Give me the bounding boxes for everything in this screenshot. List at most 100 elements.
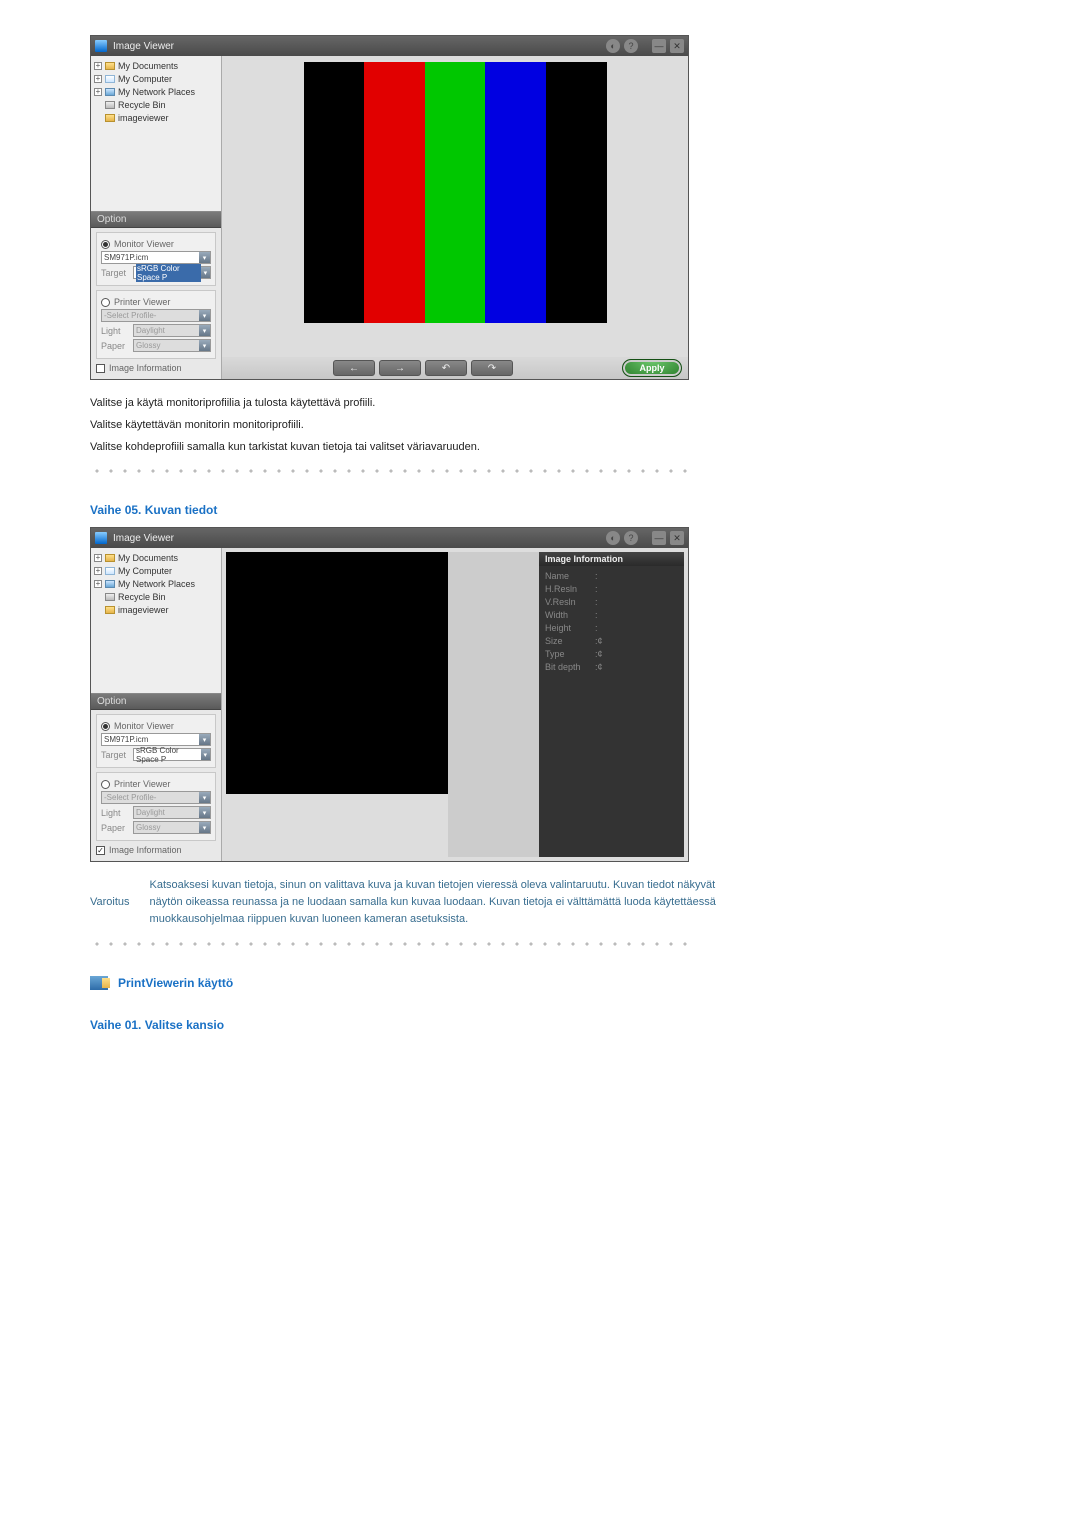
image-info-label: Image Information	[109, 363, 182, 373]
printer-profile-dropdown[interactable]: -Select Profile-▾	[101, 791, 211, 804]
tree-label: imageviewer	[118, 604, 169, 616]
window-title: Image Viewer	[113, 533, 602, 544]
help-glow-icon[interactable]: ◐	[606, 39, 620, 53]
info-key: Type	[545, 648, 595, 661]
light-dropdown[interactable]: Daylight▾	[133, 806, 211, 819]
rotate-right-button[interactable]: ↷	[471, 360, 513, 376]
minimize-button[interactable]: —	[652, 39, 666, 53]
option-header: Option	[91, 211, 221, 228]
info-key: V.Resln	[545, 596, 595, 609]
chevron-down-icon: ▾	[201, 267, 210, 278]
window-titlebar: Image Viewer ◐ ? — ✕	[91, 36, 688, 56]
printer-viewer-label: Printer Viewer	[114, 297, 170, 307]
info-value: ¢	[598, 648, 603, 661]
prev-button[interactable]: ←	[333, 360, 375, 376]
paper-dropdown[interactable]: Glossy▾	[133, 821, 211, 834]
printer-viewer-radio[interactable]	[101, 780, 110, 789]
tree-label: Recycle Bin	[118, 591, 166, 603]
info-key: Height	[545, 622, 595, 635]
tree-label: imageviewer	[118, 112, 169, 124]
divider-dots	[90, 942, 690, 946]
next-button[interactable]: →	[379, 360, 421, 376]
chevron-down-icon: ▾	[201, 749, 210, 760]
info-panel-header: Image Information	[539, 552, 684, 566]
monitor-profile-dropdown[interactable]: SM971P.icm▾	[101, 733, 211, 746]
light-dropdown[interactable]: Daylight▾	[133, 324, 211, 337]
monitor-viewer-label: Monitor Viewer	[114, 239, 174, 249]
tree-item[interactable]: +My Network Places	[94, 578, 218, 590]
monitor-viewer-radio[interactable]	[101, 240, 110, 249]
folder-tree[interactable]: +My Documents +My Computer +My Network P…	[91, 548, 221, 693]
target-label: Target	[101, 268, 129, 278]
chevron-down-icon: ▾	[199, 822, 210, 833]
folder-icon	[105, 554, 115, 562]
target-profile-dropdown[interactable]: sRGB Color Space P▾	[133, 748, 211, 761]
recycle-bin-icon	[105, 593, 115, 601]
preview-area: ← → ↶ ↷ Apply	[222, 56, 688, 379]
note-label: Varoitus	[90, 894, 130, 911]
tree-item[interactable]: Recycle Bin	[94, 99, 218, 111]
tree-label: My Network Places	[118, 578, 195, 590]
rotate-left-button[interactable]: ↶	[425, 360, 467, 376]
close-button[interactable]: ✕	[670, 39, 684, 53]
body-paragraph: Valitse kohdeprofiili samalla kun tarkis…	[90, 439, 690, 455]
tree-item[interactable]: +My Computer	[94, 565, 218, 577]
folder-icon	[105, 62, 115, 70]
help-glow-icon[interactable]: ◐	[606, 531, 620, 545]
option-panel: Monitor Viewer SM971P.icm▾ Target sRGB Co…	[91, 228, 221, 379]
info-key: Bit depth	[545, 661, 595, 674]
image-viewer-window-1: Image Viewer ◐ ? — ✕ +My Documents +My C…	[90, 35, 689, 380]
printer-profile-dropdown[interactable]: -Select Profile-▾	[101, 309, 211, 322]
info-key: H.Resln	[545, 583, 595, 596]
tree-label: My Documents	[118, 552, 178, 564]
body-paragraph: Valitse ja käytä monitoriprofiilia ja tu…	[90, 395, 690, 411]
paper-label: Paper	[101, 341, 129, 351]
light-label: Light	[101, 808, 129, 818]
light-label: Light	[101, 326, 129, 336]
info-key: Width	[545, 609, 595, 622]
window-title: Image Viewer	[113, 41, 602, 52]
image-info-checkbox[interactable]: ✓	[96, 846, 105, 855]
paper-label: Paper	[101, 823, 129, 833]
tree-item[interactable]: +My Computer	[94, 73, 218, 85]
step-heading: Vaihe 01. Valitse kansio	[90, 1018, 990, 1032]
divider-dots	[90, 469, 690, 473]
warning-note: Varoitus Katsoaksesi kuvan tietoja, sinu…	[90, 877, 730, 928]
chevron-down-icon: ▾	[199, 734, 210, 745]
chevron-down-icon: ▾	[199, 340, 210, 351]
help-icon[interactable]: ?	[624, 39, 638, 53]
tree-item[interactable]: +My Documents	[94, 60, 218, 72]
printviewer-icon	[90, 976, 108, 990]
image-information-panel: Image Information Name: H.Resln: V.Resln…	[539, 552, 684, 857]
chevron-down-icon: ▾	[199, 325, 210, 336]
tree-label: My Computer	[118, 565, 172, 577]
image-info-checkbox[interactable]	[96, 364, 105, 373]
tree-item[interactable]: imageviewer	[94, 604, 218, 616]
printer-viewer-radio[interactable]	[101, 298, 110, 307]
apply-button[interactable]: Apply	[622, 359, 682, 377]
monitor-profile-dropdown[interactable]: SM971P.icm▾	[101, 251, 211, 264]
tree-item[interactable]: imageviewer	[94, 112, 218, 124]
tree-item[interactable]: +My Network Places	[94, 86, 218, 98]
network-icon	[105, 580, 115, 588]
color-bars-preview	[226, 552, 448, 794]
sidebar: +My Documents +My Computer +My Network P…	[91, 548, 222, 861]
help-icon[interactable]: ?	[624, 531, 638, 545]
preview-toolbar: ← → ↶ ↷ Apply	[222, 357, 688, 379]
recycle-bin-icon	[105, 101, 115, 109]
tree-item[interactable]: Recycle Bin	[94, 591, 218, 603]
image-viewer-window-2: Image Viewer ◐ ? — ✕ +My Documents +My C…	[90, 527, 689, 862]
info-key: Size	[545, 635, 595, 648]
chevron-down-icon: ▾	[199, 792, 210, 803]
tree-item[interactable]: +My Documents	[94, 552, 218, 564]
paper-dropdown[interactable]: Glossy▾	[133, 339, 211, 352]
app-logo-icon	[95, 532, 107, 544]
target-label: Target	[101, 750, 129, 760]
target-profile-dropdown[interactable]: sRGB Color Space P▾	[133, 266, 211, 279]
close-button[interactable]: ✕	[670, 531, 684, 545]
monitor-viewer-radio[interactable]	[101, 722, 110, 731]
minimize-button[interactable]: —	[652, 531, 666, 545]
section-heading: PrintViewerin käyttö	[90, 976, 990, 990]
chevron-down-icon: ▾	[199, 310, 210, 321]
folder-tree[interactable]: +My Documents +My Computer +My Network P…	[91, 56, 221, 211]
